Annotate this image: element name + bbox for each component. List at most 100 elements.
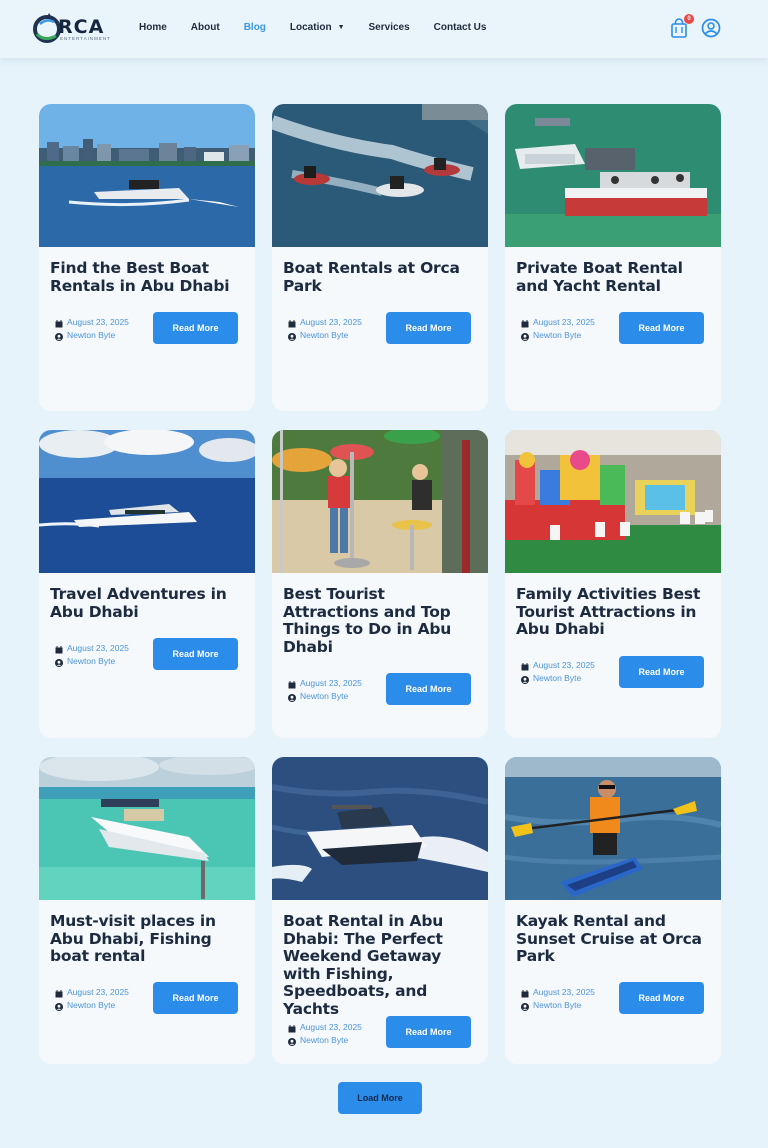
user-circle-icon: [521, 1002, 529, 1011]
speedboat-lagoon-image: [39, 757, 255, 900]
blog-card-meta: August 23, 2025 Newton Byte: [288, 316, 362, 342]
blog-card-image[interactable]: [505, 430, 721, 573]
nav-blog-label: Blog: [243, 22, 266, 33]
user-circle-icon: [55, 1002, 63, 1011]
calendar-icon: [288, 1024, 296, 1032]
nav-home-label: Home: [139, 22, 167, 33]
nav-services-label: Services: [368, 22, 410, 33]
blog-card-title[interactable]: Find the Best Boat Rentals in Abu Dhabi: [50, 259, 248, 295]
orca-logo[interactable]: RCA ENTERTAINMENT: [32, 12, 114, 46]
blog-card-date: August 23, 2025: [533, 660, 595, 670]
calendar-icon: [55, 989, 63, 997]
blog-card-title[interactable]: Private Boat Rental and Yacht Rental: [516, 259, 714, 295]
blog-card-title[interactable]: Best Tourist Attractions and Top Things …: [283, 585, 481, 656]
blog-card-date: August 23, 2025: [300, 317, 362, 327]
nav-contact[interactable]: Contact Us: [434, 22, 487, 33]
user-circle-icon: [55, 332, 63, 341]
read-more-button[interactable]: Read More: [386, 1016, 471, 1048]
blog-card-author[interactable]: Newton Byte: [533, 999, 581, 1012]
kayak-image: [505, 757, 721, 900]
yacht-sea-image: [39, 430, 255, 573]
blog-card-title[interactable]: Travel Adventures in Abu Dhabi: [50, 585, 248, 621]
read-more-button[interactable]: Read More: [619, 656, 704, 688]
read-more-button[interactable]: Read More: [153, 982, 238, 1014]
user-circle-icon: [521, 675, 529, 684]
blog-card-author[interactable]: Newton Byte: [67, 999, 115, 1012]
read-more-button[interactable]: Read More: [619, 312, 704, 344]
blog-card-date: August 23, 2025: [533, 987, 595, 997]
blog-card: Boat Rental in Abu Dhabi: The Perfect We…: [272, 757, 488, 1064]
read-more-button[interactable]: Read More: [386, 312, 471, 344]
blog-card-image[interactable]: [272, 104, 488, 247]
logo-text: RCA: [58, 16, 105, 38]
blog-card-image[interactable]: [505, 104, 721, 247]
account-button[interactable]: [701, 18, 723, 40]
blog-card-meta: August 23, 2025 Newton Byte: [288, 1021, 362, 1047]
cart-button[interactable]: 0: [670, 14, 694, 40]
pontoon-boat-image: [505, 104, 721, 247]
blog-card: Private Boat Rental and Yacht Rental Aug…: [505, 104, 721, 411]
blog-card-title[interactable]: Kayak Rental and Sunset Cruise at Orca P…: [516, 912, 714, 966]
blog-card-date: August 23, 2025: [533, 317, 595, 327]
blog-card: Family Activities Best Tourist Attractio…: [505, 430, 721, 738]
blog-card: Must-visit places in Abu Dhabi, Fishing …: [39, 757, 255, 1064]
calendar-icon: [521, 989, 529, 997]
nav-location-label: Location: [289, 22, 332, 33]
cart-count-badge: 0: [684, 14, 694, 24]
blog-card-title[interactable]: Boat Rental in Abu Dhabi: The Perfect We…: [283, 912, 481, 1018]
blog-card: Travel Adventures in Abu Dhabi August 23…: [39, 430, 255, 738]
read-more-button[interactable]: Read More: [619, 982, 704, 1014]
blog-card-image[interactable]: [505, 757, 721, 900]
read-more-button[interactable]: Read More: [386, 673, 471, 705]
blog-card: Boat Rentals at Orca Park August 23, 202…: [272, 104, 488, 411]
blog-card-author[interactable]: Newton Byte: [300, 1034, 348, 1047]
calendar-icon: [55, 645, 63, 653]
chevron-down-icon: ▼: [337, 24, 345, 31]
blog-card-author[interactable]: Newton Byte: [300, 329, 348, 342]
blog-card-image[interactable]: [39, 430, 255, 573]
bouncy-castle-image: [505, 430, 721, 573]
blog-card-meta: August 23, 2025 Newton Byte: [55, 316, 129, 342]
blog-card-author[interactable]: Newton Byte: [533, 329, 581, 342]
nav-location[interactable]: Location ▼: [290, 22, 345, 33]
blog-card-author[interactable]: Newton Byte: [67, 655, 115, 668]
calendar-icon: [55, 319, 63, 327]
nav-about[interactable]: About: [191, 22, 220, 33]
read-more-button[interactable]: Read More: [153, 638, 238, 670]
blog-card-meta: August 23, 2025 Newton Byte: [55, 986, 129, 1012]
user-circle-icon: [288, 1037, 296, 1046]
blog-card-author[interactable]: Newton Byte: [533, 672, 581, 685]
blog-card-image[interactable]: [272, 757, 488, 900]
blog-card-image[interactable]: [272, 430, 488, 573]
blog-card-meta: August 23, 2025 Newton Byte: [521, 659, 595, 685]
blog-card-image[interactable]: [39, 757, 255, 900]
logo-subtitle: ENTERTAINMENT: [60, 36, 111, 41]
user-circle-icon: [288, 332, 296, 341]
calendar-icon: [288, 680, 296, 688]
read-more-button[interactable]: Read More: [153, 312, 238, 344]
speedboat-city-image: [39, 104, 255, 247]
calendar-icon: [521, 662, 529, 670]
blog-card-title[interactable]: Boat Rentals at Orca Park: [283, 259, 481, 295]
blog-card-author[interactable]: Newton Byte: [67, 329, 115, 342]
nav-about-label: About: [190, 22, 220, 33]
blog-card-meta: August 23, 2025 Newton Byte: [288, 677, 362, 703]
blog-card: Best Tourist Attractions and Top Things …: [272, 430, 488, 738]
blog-card-title[interactable]: Must-visit places in Abu Dhabi, Fishing …: [50, 912, 248, 966]
nav-contact-label: Contact Us: [433, 22, 487, 33]
blog-card-meta: August 23, 2025 Newton Byte: [521, 986, 595, 1012]
blog-card-meta: August 23, 2025 Newton Byte: [55, 642, 129, 668]
site-header: RCA ENTERTAINMENT Home About Blog Locati…: [0, 0, 768, 58]
calendar-icon: [521, 319, 529, 327]
blog-card-date: August 23, 2025: [67, 317, 129, 327]
blog-card-date: August 23, 2025: [300, 1022, 362, 1032]
nav-blog[interactable]: Blog: [244, 22, 266, 33]
nav-home[interactable]: Home: [139, 22, 167, 33]
nav-services[interactable]: Services: [369, 22, 410, 33]
blog-card-author[interactable]: Newton Byte: [300, 690, 348, 703]
load-more-button[interactable]: Load More: [338, 1082, 422, 1114]
main-nav: Home About Blog Location ▼ Services Conta…: [139, 22, 510, 33]
blog-card-image[interactable]: [39, 104, 255, 247]
user-circle-icon: [55, 658, 63, 667]
blog-card-title[interactable]: Family Activities Best Tourist Attractio…: [516, 585, 714, 639]
